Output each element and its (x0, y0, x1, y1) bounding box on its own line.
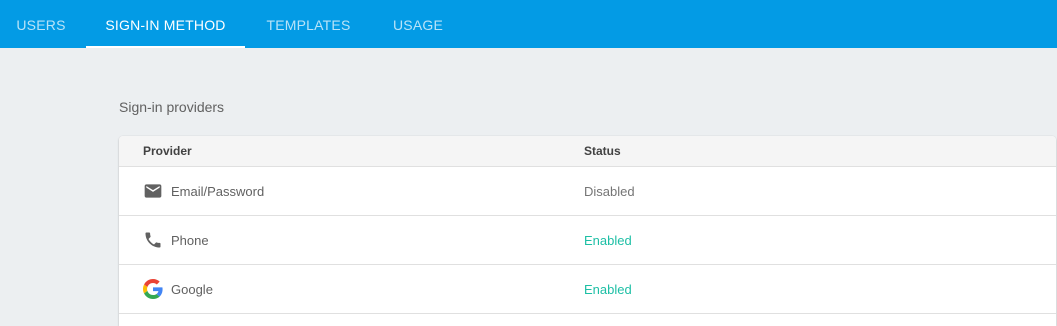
column-header-status: Status (584, 144, 621, 158)
table-header: Provider Status (119, 136, 1056, 167)
tab-sign-in-method[interactable]: SIGN-IN METHOD (86, 0, 245, 48)
providers-table: Provider Status Email/Password Disabled … (119, 136, 1056, 326)
section-title: Sign-in providers (119, 99, 225, 115)
tab-users-label: USERS (16, 17, 66, 33)
table-row-phone[interactable]: Phone Enabled (119, 216, 1056, 265)
provider-name: Google (171, 282, 213, 297)
tab-usage-label: USAGE (392, 17, 443, 33)
tab-templates-label: TEMPLATES (266, 17, 351, 33)
status-text: Disabled (584, 184, 635, 199)
email-icon (143, 181, 163, 201)
tab-usage[interactable]: USAGE (378, 0, 458, 48)
top-nav-bar: USERS SIGN-IN METHOD TEMPLATES USAGE (0, 0, 1057, 48)
table-row-email-password[interactable]: Email/Password Disabled (119, 167, 1056, 216)
google-icon (143, 279, 163, 299)
active-tab-indicator (86, 46, 245, 48)
provider-name: Phone (171, 233, 209, 248)
provider-name: Email/Password (171, 184, 265, 199)
column-header-provider: Provider (143, 144, 192, 158)
tab-sign-in-method-label: SIGN-IN METHOD (105, 17, 226, 33)
tab-users[interactable]: USERS (0, 0, 82, 48)
table-row-google[interactable]: Google Enabled (119, 265, 1056, 314)
status-text: Enabled (584, 282, 632, 297)
phone-icon (143, 230, 163, 250)
status-text: Enabled (584, 233, 632, 248)
tab-templates[interactable]: TEMPLATES (251, 0, 366, 48)
